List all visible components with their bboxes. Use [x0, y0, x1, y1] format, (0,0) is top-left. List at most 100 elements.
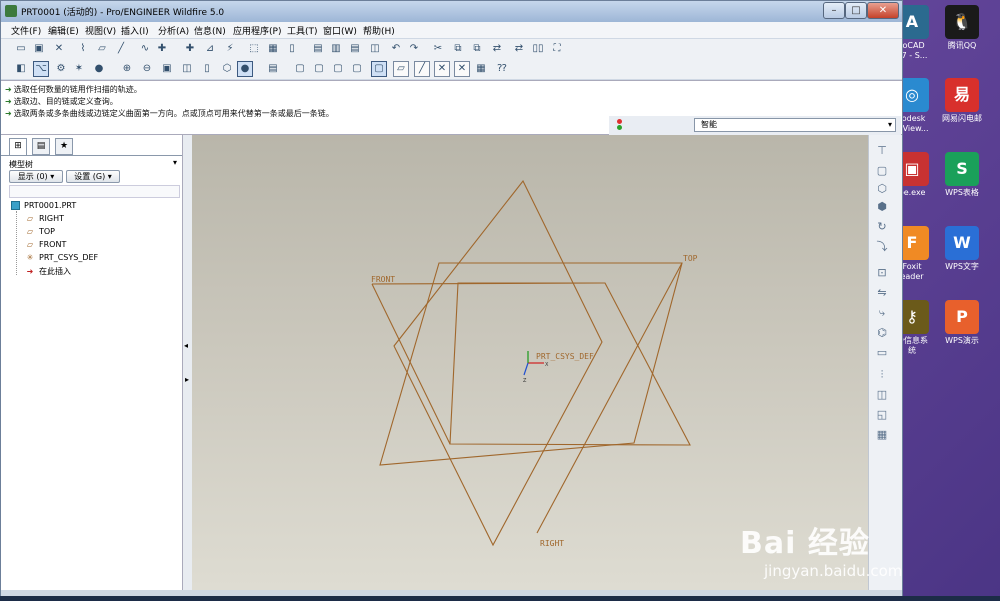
toolbar-tool-icon[interactable]: ▢: [349, 61, 365, 77]
toolbar-tool-icon[interactable]: ⬚: [246, 41, 262, 57]
toolbar-tool-icon[interactable]: ▯: [199, 61, 215, 77]
desktop-shortcut[interactable]: 🐧 腾讯QQ: [935, 5, 989, 51]
menu-item[interactable]: 编辑(E): [48, 24, 79, 37]
tree-item[interactable]: ▱ FRONT: [25, 240, 98, 249]
toolbar-tool-icon[interactable]: ✚: [182, 41, 198, 57]
toolbar-tool-icon[interactable]: ▤: [347, 41, 363, 57]
tree-item[interactable]: ▱ RIGHT: [25, 214, 98, 223]
feature-tool-icon[interactable]: ↻: [874, 219, 890, 235]
toolbar-tool-icon[interactable]: ◧: [13, 61, 29, 77]
toolbar-tool-icon[interactable]: ✕: [454, 61, 470, 77]
feature-tool-icon[interactable]: ⫶: [874, 367, 890, 383]
toolbar-tool-icon[interactable]: ⌇: [75, 41, 91, 57]
toolbar-tool-icon[interactable]: ⇄: [511, 41, 527, 57]
restore-button[interactable]: □: [845, 2, 867, 19]
toolbar-tool-icon[interactable]: ⚙: [53, 61, 69, 77]
desktop-shortcut[interactable]: P WPS演示: [935, 300, 989, 346]
toolbar-tool-icon[interactable]: ∿: [137, 41, 153, 57]
toolbar-tool-icon[interactable]: ✕: [434, 61, 450, 77]
feature-tool-icon[interactable]: ⬡: [874, 181, 890, 197]
tree-search-strip[interactable]: [9, 185, 180, 198]
toolbar-tool-icon[interactable]: ●: [91, 61, 107, 77]
desktop-shortcut[interactable]: W WPS文字: [935, 226, 989, 272]
collapse-left-icon[interactable]: ◂: [184, 341, 188, 350]
toolbar-tool-icon[interactable]: ▯▯: [530, 41, 546, 57]
menu-item[interactable]: 文件(F): [11, 24, 41, 37]
favorites-tab[interactable]: ★: [55, 138, 73, 155]
toolbar-tool-icon[interactable]: ⁇: [494, 61, 510, 77]
model-tree-tab[interactable]: ⊞: [9, 138, 27, 155]
toolbar-tool-icon[interactable]: ✂: [430, 41, 446, 57]
feature-tool-icon[interactable]: ⊡: [874, 265, 890, 281]
feature-tool-icon[interactable]: ⌬: [874, 325, 890, 341]
selection-filter-dropdown[interactable]: 智能 ▾: [694, 118, 896, 132]
toolbar-tool-icon[interactable]: ▦: [473, 61, 489, 77]
toolbar-tool-icon[interactable]: ⊖: [139, 61, 155, 77]
toolbar-tool-icon[interactable]: ⊕: [119, 61, 135, 77]
menu-item[interactable]: 帮助(H): [363, 24, 395, 37]
feature-tool-icon[interactable]: ◱: [874, 407, 890, 423]
toolbar-tool-icon[interactable]: ⌥: [33, 61, 49, 77]
toolbar-tool-icon[interactable]: ▥: [328, 41, 344, 57]
top-plane[interactable]: [379, 262, 683, 466]
desktop-shortcut[interactable]: S WPS表格: [935, 152, 989, 198]
feature-tool-icon[interactable]: ⊤: [874, 143, 890, 159]
toolbar-tool-icon[interactable]: ▢: [292, 61, 308, 77]
toolbar-tool-icon[interactable]: ▤: [265, 61, 281, 77]
toolbar-tool-icon[interactable]: ✕: [51, 41, 67, 57]
feature-tool-icon[interactable]: ▢: [874, 163, 890, 179]
toolbar-tool-icon[interactable]: ╱: [414, 61, 430, 77]
toolbar-tool-icon[interactable]: ⚡: [222, 41, 238, 57]
toolbar-tool-icon[interactable]: ⧉: [450, 41, 466, 57]
feature-tool-icon[interactable]: ⤷: [874, 305, 890, 321]
feature-tool-icon[interactable]: ⇋: [874, 285, 890, 301]
menu-item[interactable]: 信息(N): [194, 24, 226, 37]
toolbar-tool-icon[interactable]: ⊿: [202, 41, 218, 57]
front-plane[interactable]: [449, 282, 691, 446]
toolbar-tool-icon[interactable]: ▣: [159, 61, 175, 77]
settings-button[interactable]: 设置 (G) ▾: [66, 170, 120, 183]
panel-splitter[interactable]: ◂ ▸: [183, 135, 192, 590]
expand-right-icon[interactable]: ▸: [185, 375, 189, 384]
toolbar-tool-icon[interactable]: ▤: [310, 41, 326, 57]
show-button[interactable]: 显示 (0) ▾: [9, 170, 63, 183]
feature-tool-icon[interactable]: ▦: [874, 427, 890, 443]
menu-item[interactable]: 工具(T): [287, 24, 318, 37]
toolbar-tool-icon[interactable]: ◫: [367, 41, 383, 57]
folder-browser-tab[interactable]: ▤: [32, 138, 50, 155]
toolbar-tool-icon[interactable]: ▢: [311, 61, 327, 77]
toolbar-tool-icon[interactable]: ✶: [71, 61, 87, 77]
tree-root[interactable]: PRT0001.PRT: [11, 201, 98, 210]
traffic-light-icon[interactable]: [615, 119, 623, 132]
tree-item[interactable]: ➜ 在此插入: [25, 266, 98, 277]
toolbar-tool-icon[interactable]: ▱: [94, 41, 110, 57]
toolbar-tool-icon[interactable]: ◫: [179, 61, 195, 77]
toolbar-tool-icon[interactable]: ⇄: [489, 41, 505, 57]
toolbar-tool-icon[interactable]: ▯: [284, 41, 300, 57]
toolbar-tool-icon[interactable]: ▢: [371, 61, 387, 77]
tree-item[interactable]: ▱ TOP: [25, 227, 98, 236]
minimize-button[interactable]: –: [823, 2, 845, 19]
toolbar-tool-icon[interactable]: ↷: [406, 41, 422, 57]
toolbar-tool-icon[interactable]: ↶: [388, 41, 404, 57]
toolbar-tool-icon[interactable]: ⧉: [469, 41, 485, 57]
menu-item[interactable]: 视图(V): [85, 24, 116, 37]
toolbar-tool-icon[interactable]: ✚: [154, 41, 170, 57]
feature-tool-icon[interactable]: ◫: [874, 387, 890, 403]
toolbar-tool-icon[interactable]: ▣: [31, 41, 47, 57]
tree-item[interactable]: ✳ PRT_CSYS_DEF: [25, 253, 99, 262]
menu-item[interactable]: 分析(A): [158, 24, 189, 37]
toolbar-tool-icon[interactable]: ▦: [265, 41, 281, 57]
toolbar-tool-icon[interactable]: ╱: [113, 41, 129, 57]
toolbar-tool-icon[interactable]: ●: [237, 61, 253, 77]
menu-item[interactable]: 应用程序(P): [233, 24, 281, 37]
close-button[interactable]: ✕: [867, 2, 899, 19]
title-bar[interactable]: PRT0001 (活动的) - Pro/ENGINEER Wildfire 5.…: [1, 1, 902, 22]
feature-tool-icon[interactable]: ▭: [874, 345, 890, 361]
taskbar[interactable]: [0, 596, 1000, 601]
toolbar-tool-icon[interactable]: ⬡: [219, 61, 235, 77]
menu-item[interactable]: 窗口(W): [323, 24, 357, 37]
menu-item[interactable]: 插入(I): [121, 24, 149, 37]
toolbar-tool-icon[interactable]: ▭: [13, 41, 29, 57]
toolbar-tool-icon[interactable]: ▱: [393, 61, 409, 77]
